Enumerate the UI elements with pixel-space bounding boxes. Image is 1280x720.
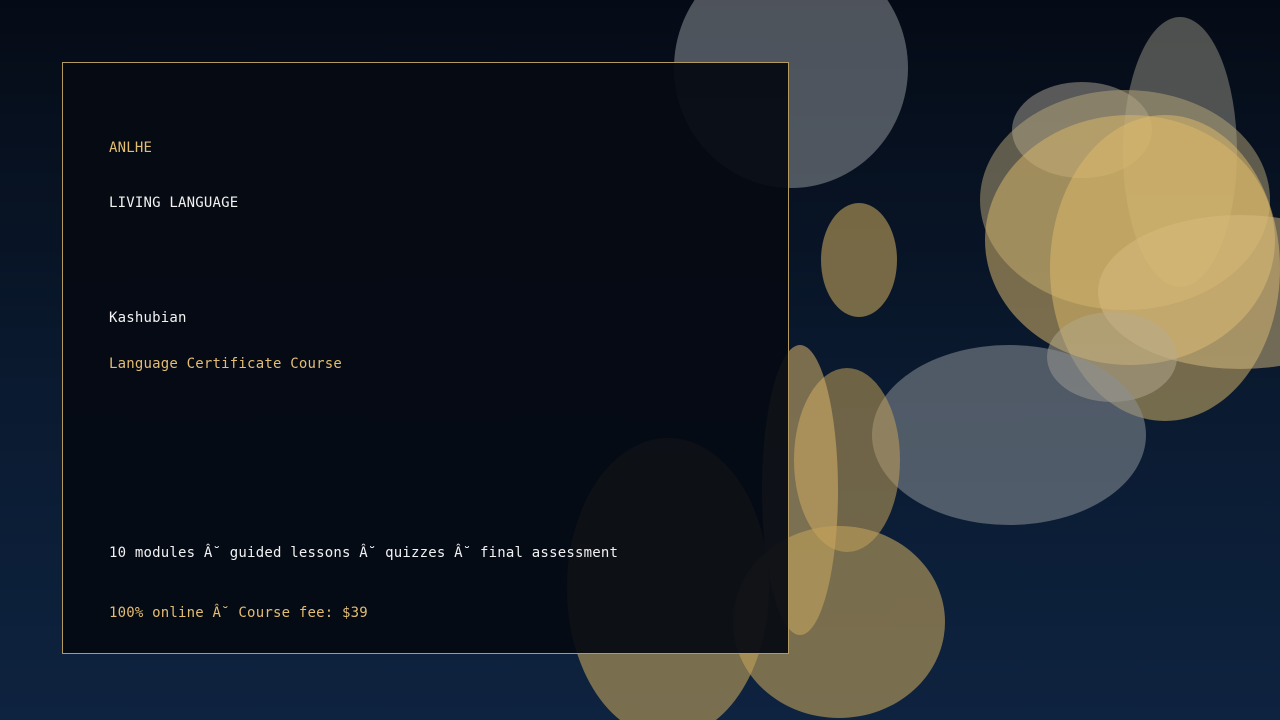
bokeh-circle — [821, 203, 897, 317]
language-name: Kashubian — [109, 310, 187, 326]
course-pricing: 100% online Â˘ Course fee: $39 — [109, 605, 368, 621]
bokeh-circle — [872, 345, 1146, 525]
course-card: ANLHE LIVING LANGUAGE Kashubian Language… — [62, 62, 789, 654]
kicker-label: LIVING LANGUAGE — [109, 195, 239, 211]
course-title: Language Certificate Course — [109, 356, 342, 372]
brand-name: ANLHE — [109, 140, 153, 156]
course-details: 10 modules Â˘ guided lessons Â˘ quizzes … — [109, 545, 619, 561]
